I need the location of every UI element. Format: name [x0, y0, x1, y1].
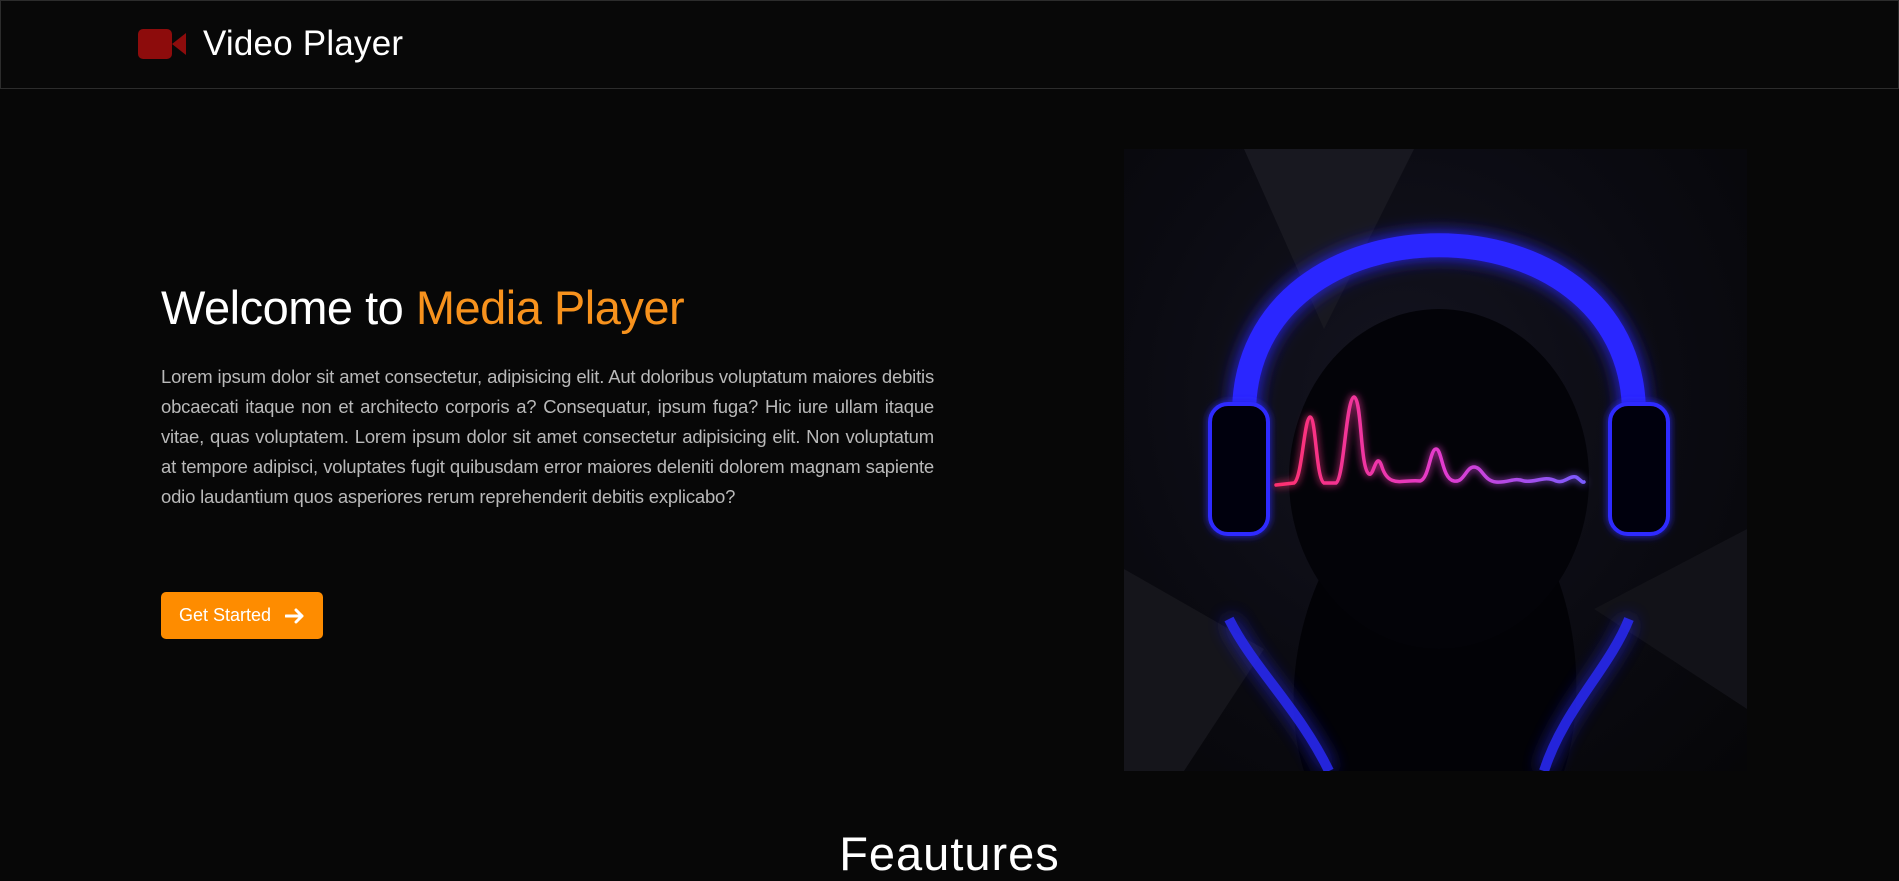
- video-camera-icon: [138, 29, 186, 59]
- features-title: Feautures: [839, 827, 1060, 880]
- brand[interactable]: Video Player: [138, 23, 403, 65]
- hero-title-prefix: Welcome to: [161, 281, 416, 334]
- navbar: Video Player: [0, 0, 1899, 89]
- hero-title-accent: Media Player: [415, 281, 685, 334]
- arrow-right-icon: [285, 608, 304, 623]
- hero-title: Welcome to Media Player: [161, 280, 685, 335]
- brand-name[interactable]: Video Player: [203, 24, 403, 64]
- hero-image: [1124, 149, 1747, 771]
- get-started-label: Get Started: [178, 605, 272, 625]
- headphones-illustration: [1124, 149, 1747, 771]
- get-started-button[interactable]: Get Started: [161, 592, 323, 639]
- hero-description: Lorem ipsum dolor sit amet consectetur, …: [161, 366, 934, 507]
